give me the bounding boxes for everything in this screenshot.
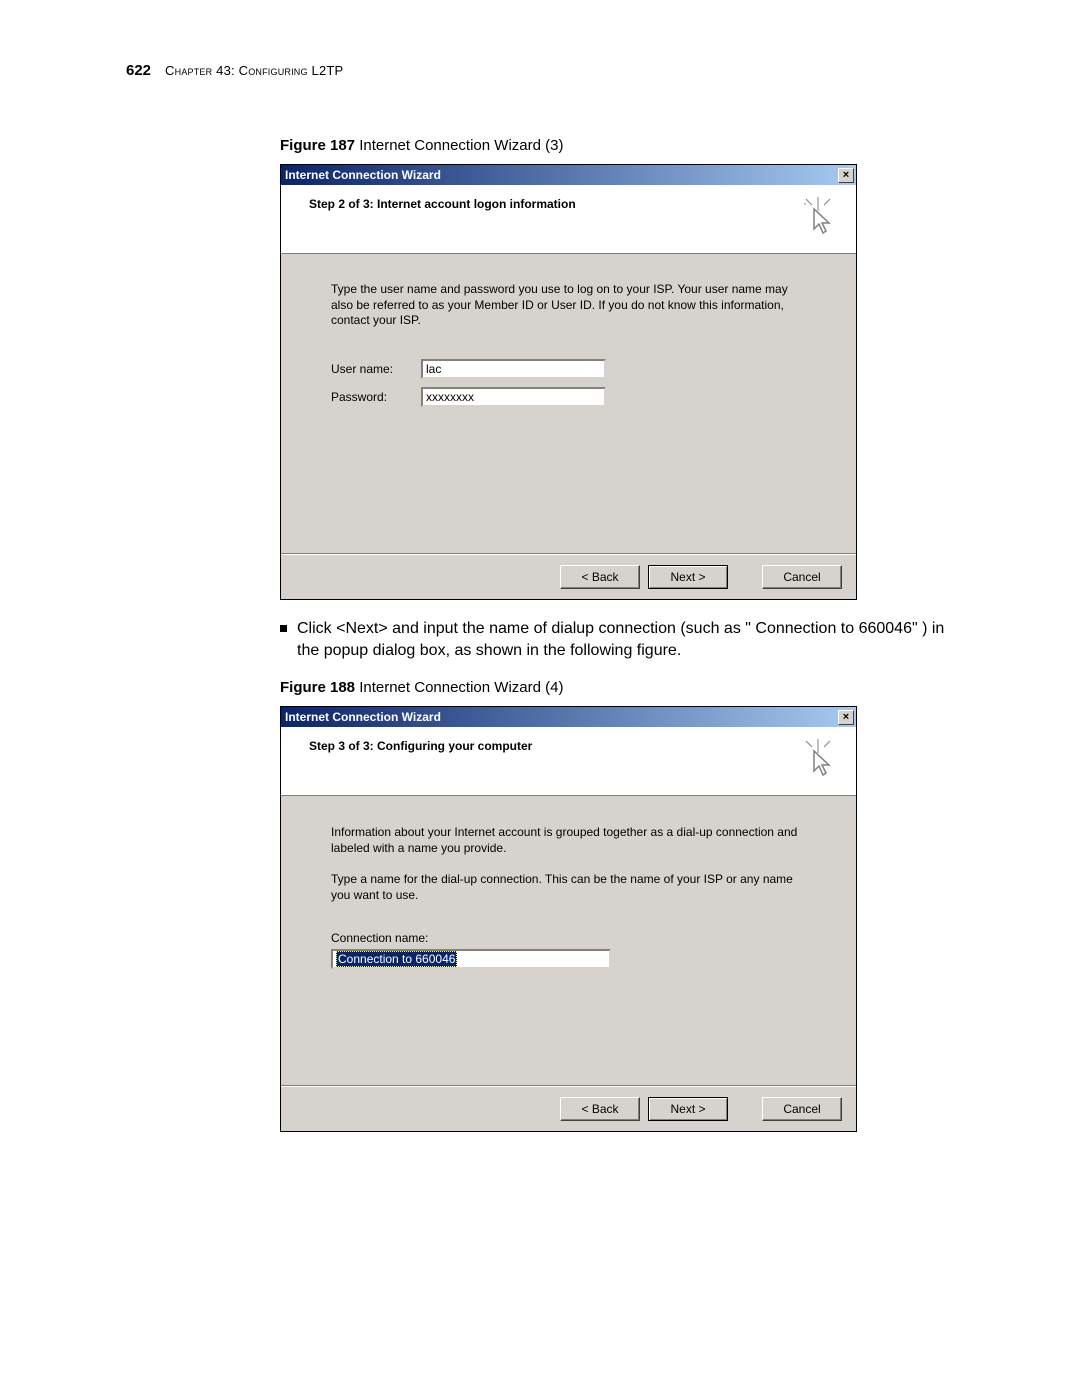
wizard-dialog-step2: Internet Connection Wizard × Step 2 of 3… bbox=[280, 164, 857, 600]
wizard-dialog-step3: Internet Connection Wizard × Step 3 of 3… bbox=[280, 706, 857, 1132]
dialog-title: Internet Connection Wizard bbox=[285, 168, 441, 182]
instructions-text-1: Information about your Internet account … bbox=[331, 824, 806, 856]
back-button[interactable]: < Back bbox=[560, 565, 640, 589]
password-input[interactable] bbox=[421, 387, 606, 407]
dialog-title: Internet Connection Wizard bbox=[285, 710, 441, 724]
wizard-body: Information about your Internet account … bbox=[281, 796, 856, 1086]
bullet-text: Click <Next> and input the name of dialu… bbox=[297, 618, 970, 661]
titlebar: Internet Connection Wizard × bbox=[281, 707, 856, 727]
page-number: 622 bbox=[126, 62, 151, 79]
bullet-icon bbox=[280, 625, 287, 632]
connection-name-label: Connection name: bbox=[331, 931, 806, 945]
instructions-text: Type the user name and password you use … bbox=[331, 282, 806, 329]
page-header: 622 Chapter 43: Configuring L2TP bbox=[126, 62, 970, 79]
figure-188-caption: Figure 188 Internet Connection Wizard (4… bbox=[280, 679, 970, 696]
step-title: Step 3 of 3: Configuring your computer bbox=[309, 739, 532, 753]
instruction-bullet: Click <Next> and input the name of dialu… bbox=[280, 618, 970, 661]
password-label: Password: bbox=[331, 390, 421, 404]
wizard-header: Step 2 of 3: Internet account logon info… bbox=[281, 185, 856, 254]
back-button[interactable]: < Back bbox=[560, 1097, 640, 1121]
next-button[interactable]: Next > bbox=[648, 565, 728, 589]
step-title: Step 2 of 3: Internet account logon info… bbox=[309, 197, 576, 211]
close-icon[interactable]: × bbox=[838, 710, 854, 725]
figure-187-caption: Figure 187 Internet Connection Wizard (3… bbox=[280, 137, 970, 154]
close-icon[interactable]: × bbox=[838, 168, 854, 183]
next-button[interactable]: Next > bbox=[648, 1097, 728, 1121]
username-label: User name: bbox=[331, 362, 421, 376]
cursor-sparkle-icon bbox=[798, 739, 838, 779]
connection-name-value: Connection to 660046 bbox=[336, 951, 457, 967]
instructions-text-2: Type a name for the dial-up connection. … bbox=[331, 871, 806, 903]
cancel-button[interactable]: Cancel bbox=[762, 565, 842, 589]
cursor-sparkle-icon bbox=[798, 197, 838, 237]
chapter-title: Chapter 43: Configuring L2TP bbox=[165, 63, 343, 78]
button-row: < Back Next > Cancel bbox=[281, 554, 856, 599]
wizard-body: Type the user name and password you use … bbox=[281, 254, 856, 554]
titlebar: Internet Connection Wizard × bbox=[281, 165, 856, 185]
connection-name-input[interactable]: Connection to 660046 bbox=[331, 949, 611, 969]
button-row: < Back Next > Cancel bbox=[281, 1086, 856, 1131]
username-input[interactable] bbox=[421, 359, 606, 379]
cancel-button[interactable]: Cancel bbox=[762, 1097, 842, 1121]
wizard-header: Step 3 of 3: Configuring your computer bbox=[281, 727, 856, 796]
